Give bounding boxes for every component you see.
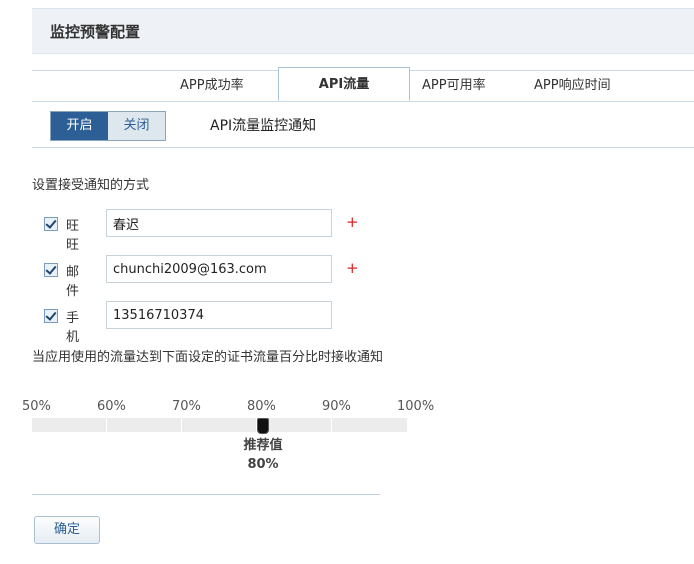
tab-app-success-rate[interactable]: APP成功率 — [180, 71, 244, 101]
recommended-value: 80% — [247, 457, 279, 472]
tab-app-availability[interactable]: APP可用率 — [422, 71, 486, 101]
tick-label: 80% — [247, 399, 276, 414]
page-header: 监控预警配置 — [32, 8, 694, 54]
tab-bar: APP成功率 API流量 APP可用率 APP响应时间 — [32, 67, 694, 102]
add-wangwang-icon[interactable]: + — [346, 213, 359, 231]
mobile-label: 手机 — [66, 311, 80, 345]
recommended-value-block: 推荐值 80% — [223, 436, 303, 474]
email-label: 邮件 — [66, 265, 80, 299]
form-divider — [32, 494, 380, 495]
mobile-checkbox[interactable] — [44, 309, 58, 323]
threshold-slider-handle[interactable] — [257, 418, 269, 434]
tick-label: 50% — [22, 399, 51, 414]
threshold-slider-track[interactable] — [32, 418, 407, 432]
slider-segment — [32, 418, 106, 432]
tick-label: 100% — [397, 399, 435, 414]
tab-api-traffic[interactable]: API流量 — [278, 67, 410, 101]
page-title: 监控预警配置 — [50, 23, 141, 41]
panel-note: API流量监控通知 — [210, 118, 317, 134]
tab-app-response-time[interactable]: APP响应时间 — [534, 71, 611, 101]
tick-label: 70% — [172, 399, 201, 414]
mobile-input[interactable] — [106, 301, 332, 329]
wangwang-checkbox[interactable] — [44, 217, 58, 231]
wangwang-input[interactable] — [106, 209, 332, 237]
threshold-heading: 当应用使用的流量达到下面设定的证书流量百分比时接收通知 — [32, 350, 384, 365]
tab-panel: 开启 关闭 API流量监控通知 — [32, 101, 694, 148]
email-input[interactable] — [106, 255, 332, 283]
email-checkbox[interactable] — [44, 263, 58, 277]
add-email-icon[interactable]: + — [346, 259, 359, 277]
slider-segment — [182, 418, 256, 432]
toggle-off-button[interactable]: 关闭 — [108, 112, 165, 140]
confirm-button[interactable]: 确定 — [34, 516, 100, 544]
slider-segment — [107, 418, 181, 432]
tick-label: 60% — [97, 399, 126, 414]
tick-label: 90% — [322, 399, 351, 414]
toggle-on-button[interactable]: 开启 — [51, 112, 108, 140]
notify-method-heading: 设置接受通知的方式 — [32, 178, 150, 193]
monitor-toggle: 开启 关闭 — [50, 111, 166, 141]
recommended-label: 推荐值 — [243, 438, 283, 453]
slider-segment — [332, 418, 407, 432]
wangwang-label: 旺旺 — [66, 219, 80, 253]
